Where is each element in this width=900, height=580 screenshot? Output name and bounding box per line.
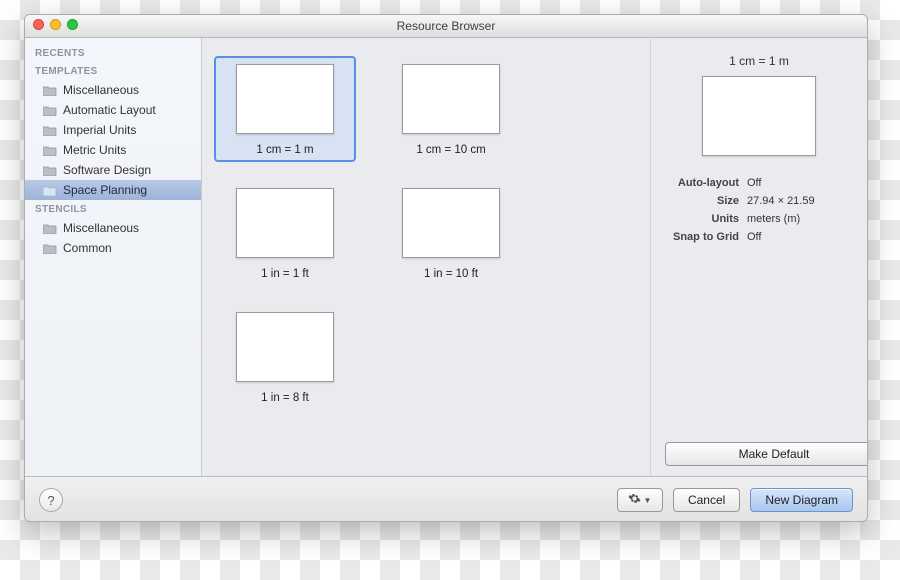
sidebar-item-space-planning[interactable]: Space Planning [25, 180, 201, 200]
prop-value: meters (m) [747, 213, 853, 225]
template-item[interactable]: 1 in = 8 ft [214, 304, 356, 410]
template-label: 1 cm = 1 m [256, 144, 313, 156]
resource-browser-window: Resource Browser RECENTS TEMPLATES Misce… [24, 14, 868, 522]
template-label: 1 in = 8 ft [261, 392, 309, 404]
new-diagram-button[interactable]: New Diagram [750, 488, 853, 512]
sidebar-item-label: Space Planning [63, 183, 147, 197]
button-label: Make Default [739, 447, 810, 461]
prop-snap-to-grid: Snap to Grid Off [665, 228, 853, 246]
prop-value: Off [747, 177, 853, 189]
prop-label: Units [665, 213, 739, 225]
help-button[interactable]: ? [39, 488, 63, 512]
button-label: Cancel [688, 493, 725, 507]
template-item[interactable]: 1 in = 1 ft [214, 180, 356, 286]
template-item[interactable]: 1 in = 10 ft [380, 180, 522, 286]
sidebar-heading-templates: TEMPLATES [25, 62, 201, 80]
folder-icon [43, 85, 57, 96]
sidebar-item-label: Imperial Units [63, 123, 136, 137]
sidebar-item-automatic-layout[interactable]: Automatic Layout [25, 100, 201, 120]
folder-icon [43, 185, 57, 196]
template-grid: 1 cm = 1 m 1 cm = 10 cm 1 in = 1 ft 1 in… [202, 38, 651, 476]
prop-auto-layout: Auto-layout Off [665, 174, 853, 192]
prop-label: Snap to Grid [665, 231, 739, 243]
template-thumbnail [236, 312, 334, 382]
sidebar-item-label: Miscellaneous [63, 83, 139, 97]
prop-size: Size 27.94 × 21.59 [665, 192, 853, 210]
help-icon: ? [47, 493, 54, 508]
folder-icon [43, 145, 57, 156]
detail-thumbnail [702, 76, 816, 156]
sidebar-item-label: Software Design [63, 163, 151, 177]
prop-value: 27.94 × 21.59 [747, 195, 853, 207]
prop-label: Auto-layout [665, 177, 739, 189]
detail-title: 1 cm = 1 m [665, 54, 853, 68]
gear-icon [628, 492, 641, 508]
zoom-icon[interactable] [67, 19, 78, 30]
folder-icon [43, 165, 57, 176]
window-title: Resource Browser [397, 19, 496, 33]
window-controls [33, 19, 78, 30]
template-label: 1 in = 10 ft [424, 268, 478, 280]
detail-pane: 1 cm = 1 m Auto-layout Off Size 27.94 × … [651, 38, 867, 476]
sidebar-item-software-design[interactable]: Software Design [25, 160, 201, 180]
sidebar-item-metric-units[interactable]: Metric Units [25, 140, 201, 160]
cancel-button[interactable]: Cancel [673, 488, 740, 512]
footer: ? ▼ Cancel New Diagram [25, 476, 867, 522]
sidebar-item-label: Metric Units [63, 143, 126, 157]
sidebar-item-stencils-common[interactable]: Common [25, 238, 201, 258]
template-item[interactable]: 1 cm = 1 m [214, 56, 356, 162]
sidebar-item-label: Miscellaneous [63, 221, 139, 235]
prop-units: Units meters (m) [665, 210, 853, 228]
template-thumbnail [236, 188, 334, 258]
template-label: 1 cm = 10 cm [416, 144, 485, 156]
sidebar-heading-recents: RECENTS [25, 44, 201, 62]
folder-icon [43, 243, 57, 254]
folder-icon [43, 125, 57, 136]
titlebar: Resource Browser [25, 15, 867, 38]
minimize-icon[interactable] [50, 19, 61, 30]
folder-icon [43, 105, 57, 116]
template-thumbnail [236, 64, 334, 134]
folder-icon [43, 223, 57, 234]
template-item[interactable]: 1 cm = 10 cm [380, 56, 522, 162]
actions-menu-button[interactable]: ▼ [617, 488, 663, 512]
sidebar-item-miscellaneous[interactable]: Miscellaneous [25, 80, 201, 100]
chevron-down-icon: ▼ [643, 496, 651, 505]
prop-label: Size [665, 195, 739, 207]
sidebar-item-stencils-misc[interactable]: Miscellaneous [25, 218, 201, 238]
template-thumbnail [402, 188, 500, 258]
template-thumbnail [402, 64, 500, 134]
sidebar-item-label: Automatic Layout [63, 103, 156, 117]
button-label: New Diagram [765, 493, 838, 507]
close-icon[interactable] [33, 19, 44, 30]
sidebar-heading-stencils: STENCILS [25, 200, 201, 218]
make-default-button[interactable]: Make Default [665, 442, 868, 466]
template-label: 1 in = 1 ft [261, 268, 309, 280]
prop-value: Off [747, 231, 853, 243]
main-area: 1 cm = 1 m 1 cm = 10 cm 1 in = 1 ft 1 in… [202, 38, 867, 476]
sidebar: RECENTS TEMPLATES Miscellaneous Automati… [25, 38, 202, 476]
sidebar-item-label: Common [63, 241, 112, 255]
sidebar-item-imperial-units[interactable]: Imperial Units [25, 120, 201, 140]
